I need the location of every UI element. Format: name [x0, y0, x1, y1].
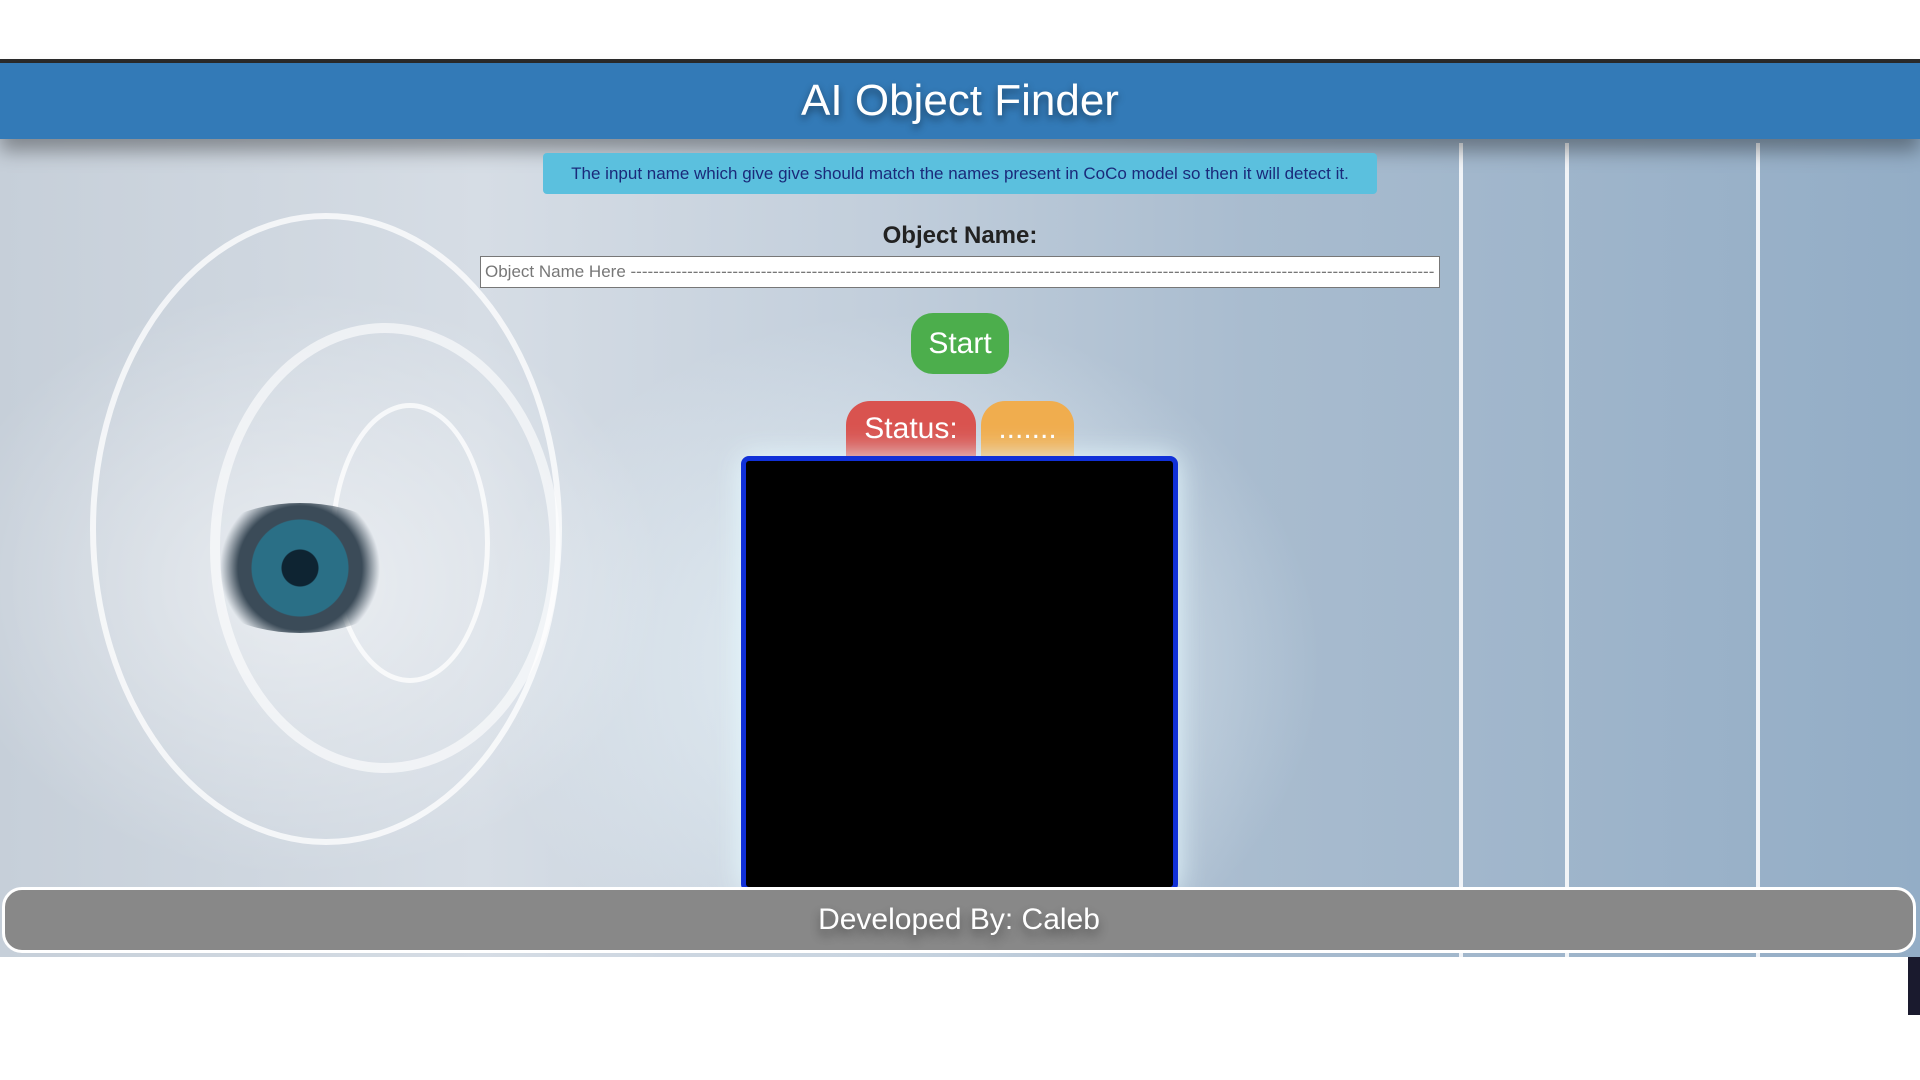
object-name-input[interactable] [480, 256, 1440, 288]
status-label-badge: Status: [846, 401, 976, 457]
background-line [1756, 143, 1760, 957]
developer-credit: Developed By: Caleb [818, 903, 1100, 936]
footer-bar: Developed By: Caleb [2, 887, 1916, 953]
page: AI Object Finder The input name which gi… [0, 0, 1920, 1080]
eye-image [190, 503, 410, 633]
video-canvas [741, 456, 1178, 892]
status-value-badge: ....... [981, 401, 1074, 457]
info-alert: The input name which give give should ma… [543, 153, 1377, 194]
header-bar: AI Object Finder [0, 63, 1920, 139]
object-name-label: Object Name: [882, 222, 1038, 249]
edge-marker [1908, 957, 1920, 1015]
page-title: AI Object Finder [801, 76, 1119, 125]
background-line [1459, 143, 1463, 957]
start-button[interactable]: Start [911, 313, 1009, 374]
background-line [1565, 143, 1569, 957]
